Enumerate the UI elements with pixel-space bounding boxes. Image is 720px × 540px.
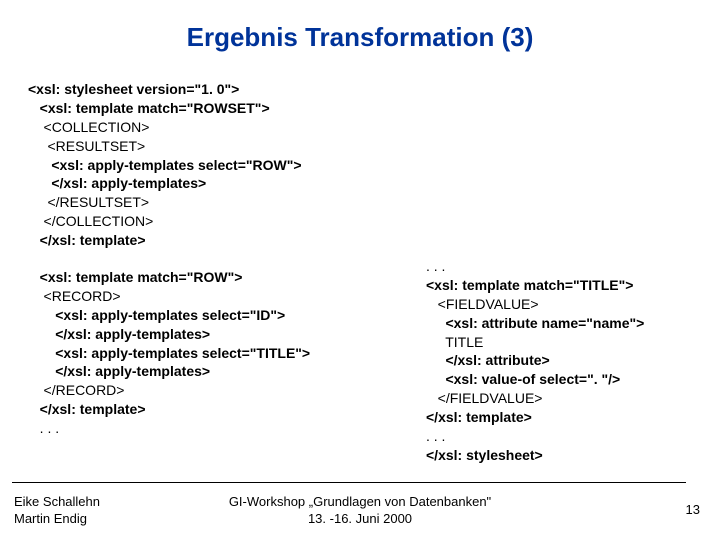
code-line: . . . <box>426 257 720 276</box>
code-line: <xsl: template match="TITLE"> <box>426 276 720 295</box>
code-line: </COLLECTION> <box>28 212 428 231</box>
code-line: </xsl: template> <box>28 231 428 250</box>
author-name: Eike Schallehn <box>14 494 100 511</box>
code-line: </xsl: apply-templates> <box>28 325 428 344</box>
page-number: 13 <box>686 502 700 517</box>
code-line: . . . <box>28 419 428 438</box>
code-line: <xsl: apply-templates select="TITLE"> <box>28 344 428 363</box>
code-line: <xsl: attribute name="name"> <box>426 314 720 333</box>
code-line: <xsl: template match="ROW"> <box>28 268 428 287</box>
slide-title: Ergebnis Transformation (3) <box>0 0 720 71</box>
code-line: <xsl: apply-templates select="ROW"> <box>28 156 428 175</box>
workshop-title: GI-Workshop „Grundlagen von Datenbanken" <box>0 494 720 511</box>
footer-center: GI-Workshop „Grundlagen von Datenbanken"… <box>0 490 720 528</box>
left-code-column: <xsl: stylesheet version="1. 0"> <xsl: t… <box>28 80 428 438</box>
code-line: <xsl: stylesheet version="1. 0"> <box>28 80 428 99</box>
code-line: </xsl: attribute> <box>426 351 720 370</box>
footer-divider <box>12 482 686 483</box>
workshop-dates: 13. -16. Juni 2000 <box>0 511 720 528</box>
code-line: </FIELDVALUE> <box>426 389 720 408</box>
code-line: <xsl: apply-templates select="ID"> <box>28 306 428 325</box>
code-line: <COLLECTION> <box>28 118 428 137</box>
code-line: </xsl: template> <box>426 408 720 427</box>
code-content: <xsl: stylesheet version="1. 0"> <xsl: t… <box>28 80 700 438</box>
code-line: </xsl: apply-templates> <box>28 174 428 193</box>
code-line: <xsl: template match="ROWSET"> <box>28 99 428 118</box>
code-line: <FIELDVALUE> <box>426 295 720 314</box>
code-line: </RESULTSET> <box>28 193 428 212</box>
code-line: <RESULTSET> <box>28 137 428 156</box>
author-name: Martin Endig <box>14 511 100 528</box>
code-line: TITLE <box>426 333 720 352</box>
right-code-column: . . . <xsl: template match="TITLE"> <FIE… <box>426 257 720 465</box>
code-line: </RECORD> <box>28 381 428 400</box>
authors-block: Eike Schallehn Martin Endig <box>14 494 100 528</box>
code-line: </xsl: template> <box>28 400 428 419</box>
code-line: <xsl: value-of select=". "/> <box>426 370 720 389</box>
slide-footer: Eike Schallehn Martin Endig GI-Workshop … <box>0 490 720 528</box>
code-line: </xsl: apply-templates> <box>28 362 428 381</box>
code-line: . . . <box>426 427 720 446</box>
code-line: </xsl: stylesheet> <box>426 446 720 465</box>
code-line: <RECORD> <box>28 287 428 306</box>
